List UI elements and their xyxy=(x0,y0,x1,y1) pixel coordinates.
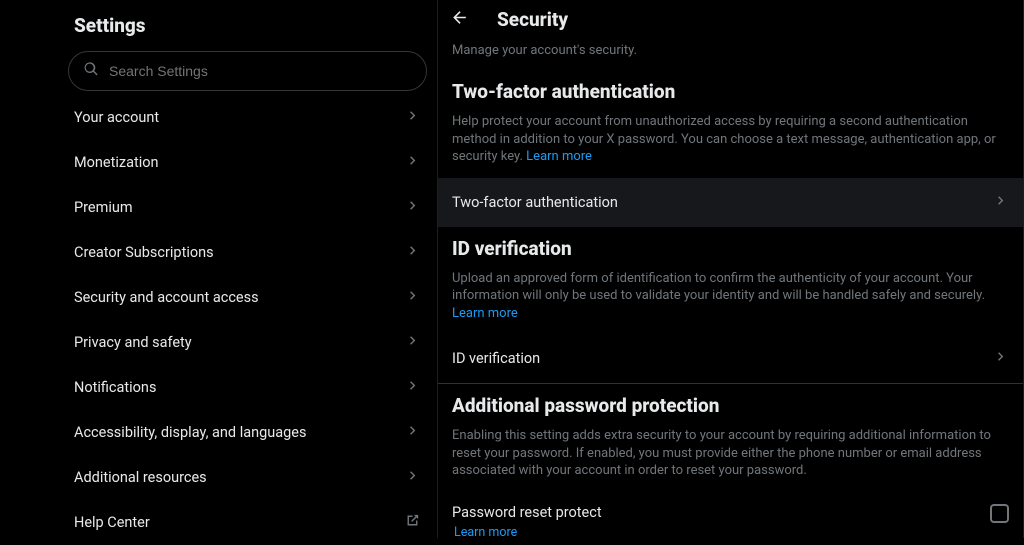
idv-row-label: ID verification xyxy=(452,350,540,367)
idv-heading: ID verification xyxy=(438,227,1023,266)
app-description: Enabling this setting adds extra securit… xyxy=(438,423,1023,492)
sidebar-item-label: Your account xyxy=(74,109,159,126)
chevron-right-icon xyxy=(992,348,1009,369)
back-button[interactable] xyxy=(450,8,469,31)
sidebar-item-accessibility-display-languages[interactable]: Accessibility, display, and languages xyxy=(58,410,437,455)
sidebar-item-label: Monetization xyxy=(74,154,159,171)
sidebar-item-notifications[interactable]: Notifications xyxy=(58,365,437,410)
sidebar-item-creator-subscriptions[interactable]: Creator Subscriptions xyxy=(58,230,437,275)
sidebar-item-label: Accessibility, display, and languages xyxy=(74,424,306,441)
external-link-icon xyxy=(404,512,421,533)
sidebar-item-security-account-access[interactable]: Security and account access xyxy=(58,275,437,320)
sidebar-item-label: Privacy and safety xyxy=(74,334,192,351)
idv-description: Upload an approved form of identificatio… xyxy=(438,266,1023,335)
chevron-right-icon xyxy=(404,242,421,263)
idv-learn-more-link[interactable]: Learn more xyxy=(452,306,518,321)
password-reset-protect-checkbox[interactable] xyxy=(990,504,1009,523)
app-heading: Additional password protection xyxy=(438,384,1023,423)
app-root: Settings Your account Monetization Premi… xyxy=(58,0,1024,538)
search-input[interactable] xyxy=(109,63,412,79)
sidebar-item-privacy-safety[interactable]: Privacy and safety xyxy=(58,320,437,365)
chevron-right-icon xyxy=(404,152,421,173)
chevron-right-icon xyxy=(404,422,421,443)
chevron-right-icon xyxy=(404,287,421,308)
sidebar-item-help-center[interactable]: Help Center xyxy=(58,500,437,545)
tfa-description: Help protect your account from unauthori… xyxy=(438,109,1023,178)
chevron-right-icon xyxy=(404,377,421,398)
tfa-learn-more-link[interactable]: Learn more xyxy=(526,149,592,164)
sidebar-item-label: Premium xyxy=(74,199,133,216)
search-icon xyxy=(83,61,99,81)
password-reset-protect-row: Password reset protect Learn more xyxy=(438,492,1023,544)
settings-nav: Your account Monetization Premium Creato… xyxy=(58,95,437,545)
settings-title: Settings xyxy=(58,8,437,51)
sidebar-item-monetization[interactable]: Monetization xyxy=(58,140,437,185)
sidebar-item-label: Security and account access xyxy=(74,289,259,306)
search-container xyxy=(58,51,437,95)
search-field[interactable] xyxy=(68,51,427,91)
idv-row[interactable]: ID verification xyxy=(438,334,1023,383)
chevron-right-icon xyxy=(404,197,421,218)
sidebar-item-label: Additional resources xyxy=(74,469,207,486)
panel-subtitle: Manage your account's security. xyxy=(438,41,1023,70)
chevron-right-icon xyxy=(404,332,421,353)
idv-desc-text: Upload an approved form of identificatio… xyxy=(452,271,985,304)
sidebar-item-premium[interactable]: Premium xyxy=(58,185,437,230)
chevron-right-icon xyxy=(404,467,421,488)
sidebar-item-label: Help Center xyxy=(74,514,150,531)
sidebar-item-additional-resources[interactable]: Additional resources xyxy=(58,455,437,500)
panel-title: Security xyxy=(497,8,568,31)
settings-sidebar: Settings Your account Monetization Premi… xyxy=(58,0,438,538)
chevron-right-icon xyxy=(992,192,1009,213)
security-panel: Security Manage your account's security.… xyxy=(438,0,1024,538)
sidebar-item-label: Notifications xyxy=(74,379,156,396)
chevron-right-icon xyxy=(404,107,421,128)
tfa-row-label: Two-factor authentication xyxy=(452,194,618,211)
tfa-row[interactable]: Two-factor authentication xyxy=(438,178,1023,227)
password-reset-protect-label: Password reset protect xyxy=(452,504,602,521)
password-reset-protect-lhs: Password reset protect Learn more xyxy=(452,504,602,540)
sidebar-item-your-account[interactable]: Your account xyxy=(58,95,437,140)
sidebar-item-label: Creator Subscriptions xyxy=(74,244,214,261)
panel-header: Security xyxy=(438,0,1023,41)
tfa-heading: Two-factor authentication xyxy=(438,70,1023,109)
